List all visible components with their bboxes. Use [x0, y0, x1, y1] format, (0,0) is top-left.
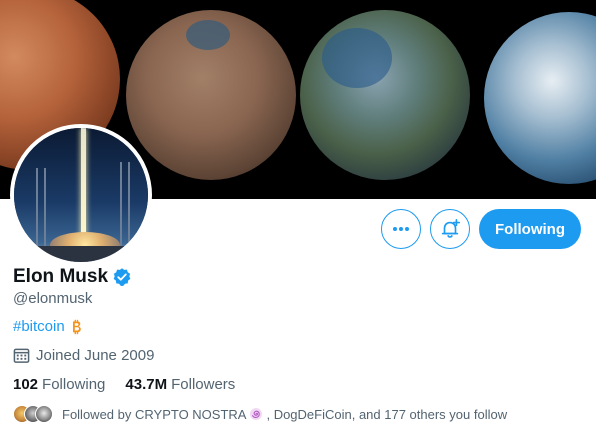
joined-text: Joined June 2009 — [36, 347, 155, 364]
calendar-icon — [13, 348, 30, 363]
profile-avatar[interactable] — [10, 124, 152, 266]
followed-by-prefix: Followed by CRYPTO NOSTRA — [62, 406, 247, 422]
notifications-button[interactable] — [430, 209, 470, 249]
following-label: Following — [42, 376, 106, 393]
bitcoin-hashtag-link[interactable]: #bitcoin — [13, 318, 65, 335]
bitcoin-icon — [72, 319, 81, 334]
followers-you-know[interactable]: Followed by CRYPTO NOSTRA , DogDeFiCoin,… — [13, 405, 507, 423]
followers-count: 43.7M — [125, 376, 168, 393]
followed-by-suffix: , DogDeFiCoin, and 177 others you follow — [266, 406, 508, 422]
profile-name: Elon Musk — [13, 266, 109, 287]
followers-label: Followers — [171, 376, 236, 393]
swirl-emoji-icon — [250, 408, 263, 420]
more-icon — [393, 227, 409, 231]
more-options-button[interactable] — [381, 209, 421, 249]
following-button[interactable]: Following — [479, 209, 581, 249]
banner-planet — [300, 10, 470, 180]
following-count-link[interactable]: 102 Following — [13, 376, 105, 393]
banner-planet — [484, 12, 596, 184]
profile-bio: #bitcoin — [13, 318, 84, 335]
profile-stats: 102 Following 43.7M Followers — [13, 376, 235, 393]
profile-handle: @elonmusk — [13, 290, 93, 307]
follower-avatars — [13, 405, 53, 423]
avatar — [35, 405, 53, 423]
followers-count-link[interactable]: 43.7M Followers — [125, 376, 235, 393]
notification-bell-add-icon — [441, 219, 460, 238]
banner-planet — [126, 10, 296, 180]
verified-badge-icon — [113, 268, 131, 286]
joined-date: Joined June 2009 — [13, 347, 154, 364]
profile-name-row: Elon Musk — [13, 266, 132, 288]
following-count: 102 — [13, 376, 39, 393]
